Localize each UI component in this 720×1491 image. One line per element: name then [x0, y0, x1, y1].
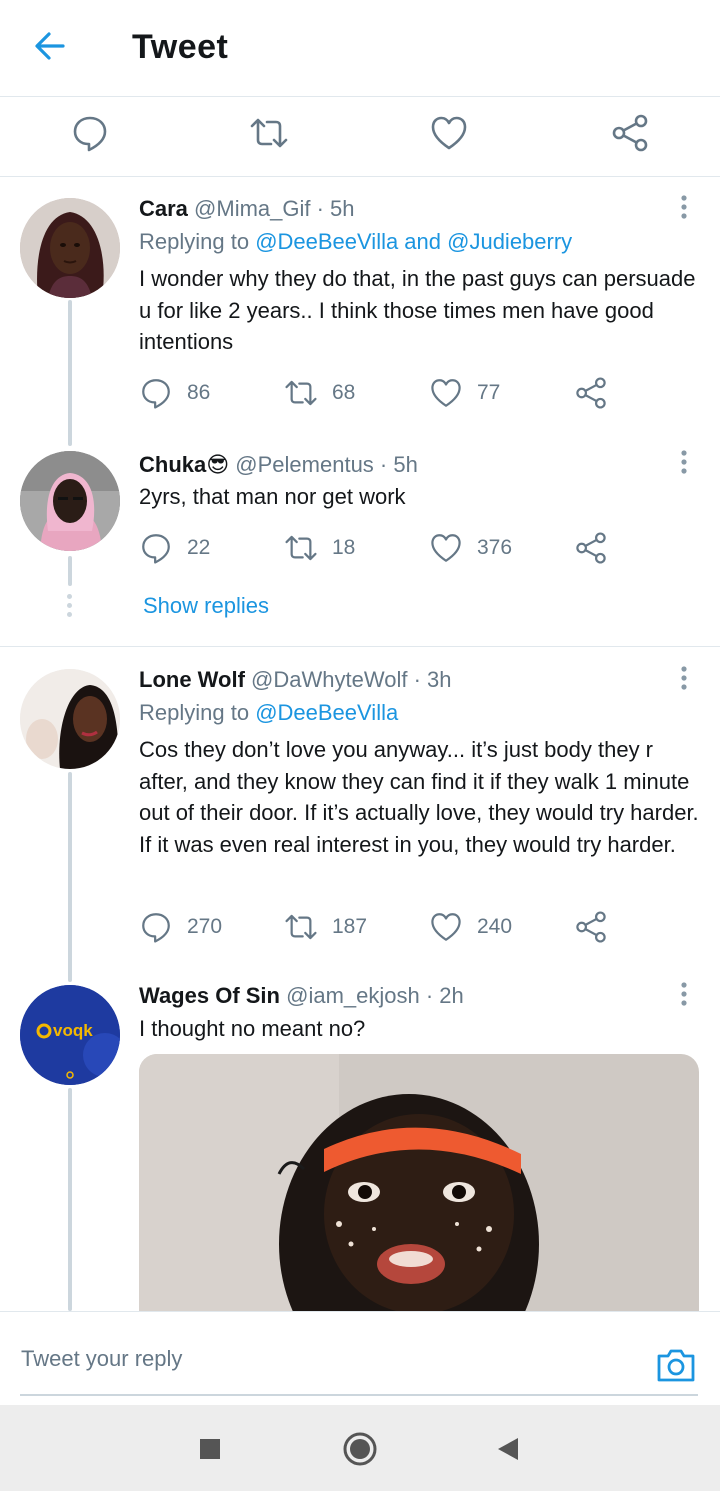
- retweet-count: 187: [332, 915, 368, 938]
- like-button[interactable]: 240: [429, 907, 512, 947]
- retweet-button[interactable]: 187: [284, 907, 367, 947]
- reply-icon: [142, 534, 170, 564]
- like-button[interactable]: 77: [429, 373, 500, 413]
- thread-line: [68, 1088, 72, 1311]
- retweet-count: 18: [332, 536, 356, 559]
- avatar-image: voqk: [20, 985, 120, 1085]
- tweet-author-line: Cara @Mima_Gif · 5h: [139, 196, 355, 222]
- avatar[interactable]: voqk: [20, 985, 120, 1085]
- retweet-count: 68: [332, 381, 356, 404]
- like-icon[interactable]: [429, 113, 469, 153]
- tweet-text: Cos they don’t love you anyway... it’s j…: [139, 737, 699, 857]
- show-replies-link[interactable]: Show replies: [143, 593, 269, 619]
- tweet-actions: 270 187 240: [139, 907, 699, 947]
- author-name[interactable]: Cara: [139, 196, 188, 221]
- media-photo: [139, 1054, 699, 1311]
- tweet-actions: 22 18 376: [139, 528, 699, 568]
- divider: [0, 646, 720, 647]
- reply-button[interactable]: 86: [139, 373, 210, 413]
- replying-to-mentions[interactable]: @DeeBeeVilla and @Judieberry: [255, 229, 572, 254]
- avatar-image: [20, 198, 120, 298]
- like-button[interactable]: 376: [429, 528, 512, 568]
- tweet-text: I wonder why they do that, in the past g…: [139, 266, 696, 354]
- author-name[interactable]: Chuka😎: [139, 452, 229, 477]
- more-vertical-icon[interactable]: [674, 980, 694, 1010]
- tweet-author-line: Lone Wolf @DaWhyteWolf · 3h: [139, 667, 451, 693]
- header: Tweet: [0, 0, 720, 97]
- reply-compose-bar: Tweet your reply: [0, 1311, 720, 1405]
- share-button[interactable]: [574, 907, 608, 947]
- back-arrow-icon[interactable]: [30, 26, 70, 66]
- replying-to: Replying to @DeeBeeVilla and @Judieberry: [139, 229, 572, 255]
- reply-input-underline: [20, 1394, 698, 1396]
- like-count: 240: [477, 915, 513, 938]
- more-vertical-icon[interactable]: [674, 664, 694, 694]
- page-title: Tweet: [132, 28, 229, 66]
- avatar[interactable]: [20, 669, 120, 769]
- share-icon[interactable]: [610, 113, 650, 153]
- reply-count: 22: [187, 536, 211, 559]
- avatar-image: [20, 451, 120, 551]
- tweet-text: I thought no meant no?: [139, 1016, 366, 1041]
- reply-count: 270: [187, 915, 223, 938]
- tweet-author-line: Wages Of Sin @iam_ekjosh · 2h: [139, 983, 464, 1009]
- thread-line: [68, 772, 72, 982]
- system-navigation-bar: [0, 1405, 720, 1491]
- share-button[interactable]: [574, 528, 608, 568]
- reply-icon: [142, 913, 170, 943]
- reply-icon: [142, 379, 170, 409]
- tweet-action-bar: [0, 97, 720, 177]
- like-icon: [431, 534, 461, 562]
- replying-to: Replying to @DeeBeeVilla: [139, 700, 398, 726]
- author-name[interactable]: Wages Of Sin: [139, 983, 280, 1008]
- retweet-icon: [285, 380, 317, 406]
- share-icon: [576, 532, 606, 564]
- author-handle-time: @Mima_Gif · 5h: [194, 196, 355, 221]
- reply-input[interactable]: Tweet your reply: [21, 1346, 182, 1372]
- retweet-icon: [285, 914, 317, 940]
- replying-to-mentions[interactable]: @DeeBeeVilla: [255, 700, 398, 725]
- home-icon[interactable]: [340, 1429, 380, 1469]
- tweet-text: 2yrs, that man nor get work: [139, 484, 406, 509]
- share-icon: [576, 377, 606, 409]
- retweet-button[interactable]: 68: [284, 373, 355, 413]
- thread-continuation-dots: [67, 594, 73, 621]
- retweet-button[interactable]: 18: [284, 528, 355, 568]
- replying-to-label: Replying to: [139, 700, 256, 725]
- author-handle-time: @iam_ekjosh · 2h: [286, 983, 464, 1008]
- like-count: 376: [477, 536, 513, 559]
- camera-icon[interactable]: [655, 1344, 697, 1386]
- thread-line: [68, 300, 72, 446]
- author-name[interactable]: Lone Wolf: [139, 667, 245, 692]
- tweet-author-line: Chuka😎 @Pelementus · 5h: [139, 452, 418, 478]
- like-icon: [431, 379, 461, 407]
- more-vertical-icon[interactable]: [674, 448, 694, 478]
- reply-button[interactable]: 22: [139, 528, 210, 568]
- replying-to-label: Replying to: [139, 229, 256, 254]
- back-icon[interactable]: [488, 1429, 528, 1469]
- avatar-logo-text: voqk: [53, 1021, 93, 1040]
- author-handle-time: @DaWhyteWolf · 3h: [251, 667, 452, 692]
- share-icon: [576, 911, 606, 943]
- tweet-actions: 86 68 77: [139, 373, 699, 413]
- reply-icon[interactable]: [70, 113, 110, 153]
- reply-count: 86: [187, 381, 211, 404]
- retweet-icon[interactable]: [249, 113, 289, 153]
- avatar[interactable]: [20, 198, 120, 298]
- tweet-media-image[interactable]: [139, 1054, 699, 1311]
- thread-line: [68, 556, 72, 586]
- recent-apps-icon[interactable]: [190, 1429, 230, 1469]
- avatar-image: [20, 669, 120, 769]
- like-count: 77: [477, 381, 501, 404]
- like-icon: [431, 913, 461, 941]
- reply-button[interactable]: 270: [139, 907, 222, 947]
- more-vertical-icon[interactable]: [674, 193, 694, 223]
- share-button[interactable]: [574, 373, 608, 413]
- retweet-icon: [285, 535, 317, 561]
- avatar[interactable]: [20, 451, 120, 551]
- author-handle-time: @Pelementus · 5h: [235, 452, 418, 477]
